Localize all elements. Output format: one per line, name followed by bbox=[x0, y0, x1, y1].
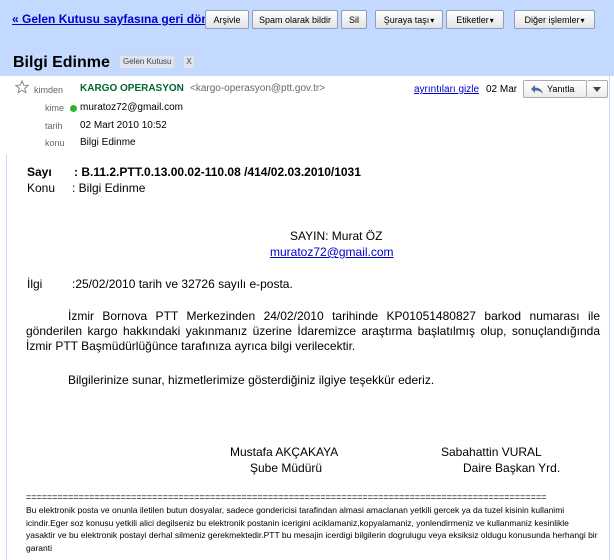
chevron-down-icon: ▾ bbox=[580, 16, 585, 25]
archive-button[interactable]: Arşivle bbox=[205, 10, 249, 29]
inbox-label-chip[interactable]: Gelen Kutusu bbox=[119, 55, 176, 69]
signature-2-name: Sabahattin VURAL bbox=[441, 445, 542, 459]
message-subject-value: Bilgi Edinme bbox=[80, 137, 136, 148]
online-status-icon bbox=[70, 105, 77, 112]
star-icon[interactable] bbox=[15, 80, 29, 94]
remove-label-icon[interactable]: X bbox=[183, 55, 195, 69]
more-actions-button[interactable]: Diğer işlemler▾ bbox=[514, 10, 595, 29]
subject-label: konu bbox=[45, 138, 65, 148]
chevron-down-icon: ▾ bbox=[430, 16, 435, 25]
to-label: kime bbox=[45, 103, 65, 113]
body-paragraph-1: İzmir Bornova PTT Merkezinden 24/02/2010… bbox=[26, 309, 600, 354]
ilgi-value: :25/02/2010 tarih ve 32726 sayılı e-post… bbox=[72, 277, 293, 291]
reply-label: Yanıtla bbox=[547, 84, 575, 94]
separator-rule: ========================================… bbox=[26, 492, 547, 502]
legal-disclaimer: Bu elektronik posta ve onunla iletilen b… bbox=[26, 505, 598, 553]
move-to-button[interactable]: Şuraya taşı▾ bbox=[375, 10, 443, 29]
message-date-full: 02 Mart 2010 10:52 bbox=[80, 120, 167, 131]
toolbar: « Gelen Kutusu sayfasına geri dön Arşivl… bbox=[0, 0, 614, 40]
labels-button[interactable]: Etiketler▾ bbox=[446, 10, 504, 29]
more-actions-label: Diğer işlemler bbox=[524, 15, 580, 25]
body-paragraph-1-text: İzmir Bornova PTT Merkezinden 24/02/2010… bbox=[26, 309, 600, 353]
move-to-label: Şuraya taşı bbox=[383, 15, 430, 25]
reply-button[interactable]: Yanıtla bbox=[523, 80, 587, 98]
report-spam-button[interactable]: Spam olarak bildir bbox=[252, 10, 338, 29]
subject-bar: Bilgi Edinme Gelen Kutusu X bbox=[0, 40, 614, 76]
recipient-email-link[interactable]: muratoz72@gmail.com bbox=[270, 245, 394, 259]
recipient-email: muratoz72@gmail.com bbox=[80, 102, 183, 113]
sender-name[interactable]: KARGO OPERASYON bbox=[80, 83, 184, 94]
message-subject-title: Bilgi Edinme bbox=[13, 54, 110, 71]
chevron-down-icon: ▾ bbox=[489, 16, 494, 25]
konu-value: : Bilgi Edinme bbox=[72, 181, 146, 195]
sayi-value: : B.11.2.PTT.0.13.00.02-110.08 /414/02.0… bbox=[74, 165, 361, 179]
back-to-inbox-link[interactable]: « Gelen Kutusu sayfasına geri dön bbox=[12, 12, 209, 26]
konu-label: Konu bbox=[27, 181, 56, 195]
more-options-button[interactable] bbox=[587, 80, 608, 98]
date-label: tarih bbox=[45, 121, 63, 131]
reply-arrow-icon bbox=[531, 85, 543, 94]
hide-details-link[interactable]: ayrıntıları gizle bbox=[414, 84, 479, 95]
signature-2-title: Daire Başkan Yrd. bbox=[463, 461, 561, 475]
ilgi-label: İlgi bbox=[27, 277, 43, 291]
signature-1-title: Şube Müdürü bbox=[250, 461, 323, 475]
from-label: kimden bbox=[34, 85, 64, 95]
signature-1-name: Mustafa AKÇAKAYA bbox=[230, 445, 339, 459]
body-paragraph-2-text: Bilgilerinize sunar, hizmetlerimize göst… bbox=[68, 373, 435, 387]
sayi-label: Sayı bbox=[27, 165, 52, 179]
message-date-short: 02 Mar bbox=[486, 84, 518, 95]
sender-email: <kargo-operasyon@ptt.gov.tr> bbox=[190, 83, 326, 94]
delete-button[interactable]: Sil bbox=[341, 10, 367, 29]
body-paragraph-2: Bilgilerinize sunar, hizmetlerimize göst… bbox=[26, 373, 600, 388]
salutation: SAYIN: Murat ÖZ bbox=[290, 229, 383, 243]
labels-label: Etiketler bbox=[456, 15, 489, 25]
